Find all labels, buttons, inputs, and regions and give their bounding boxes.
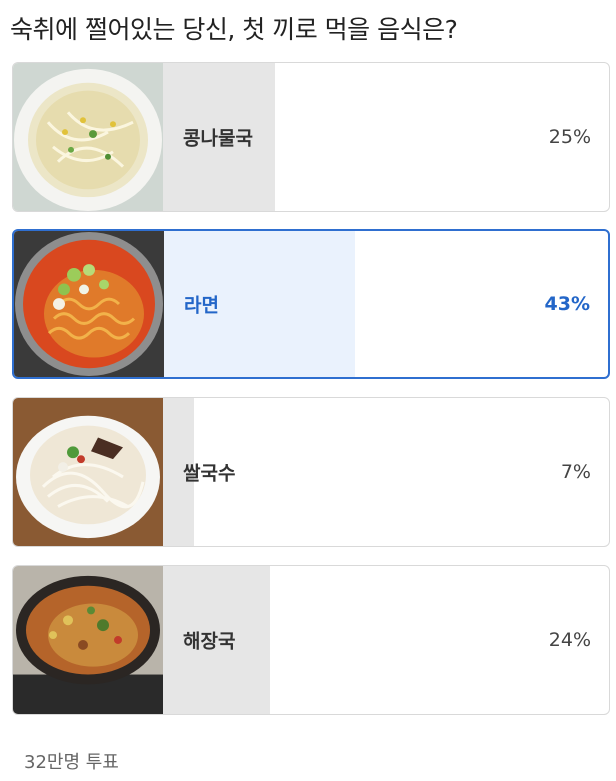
option-label: 쌀국수 bbox=[183, 462, 236, 485]
hangover-soup-image bbox=[13, 566, 163, 714]
bean-sprout-soup-image bbox=[13, 63, 163, 211]
total-votes: 32만명 투표 bbox=[24, 752, 119, 773]
poll-option-ramen[interactable]: 라면 43% bbox=[12, 229, 610, 379]
option-percent: 25% bbox=[548, 126, 591, 148]
option-label: 라면 bbox=[184, 294, 219, 317]
option-label: 콩나물국 bbox=[183, 127, 253, 150]
poll-option-hangover-soup[interactable]: 해장국 24% bbox=[12, 565, 610, 715]
pho-image bbox=[13, 398, 163, 546]
poll-option-bean-sprout-soup[interactable]: 콩나물국 25% bbox=[12, 62, 610, 212]
poll-question: 숙취에 쩔어있는 당신, 첫 끼로 먹을 음식은? bbox=[10, 15, 458, 44]
option-label: 해장국 bbox=[183, 630, 236, 653]
option-percent: 43% bbox=[544, 293, 590, 315]
option-percent: 24% bbox=[548, 629, 591, 651]
option-percent: 7% bbox=[560, 461, 591, 483]
poll-option-pho[interactable]: 쌀국수 7% bbox=[12, 397, 610, 547]
ramen-image bbox=[14, 231, 164, 377]
